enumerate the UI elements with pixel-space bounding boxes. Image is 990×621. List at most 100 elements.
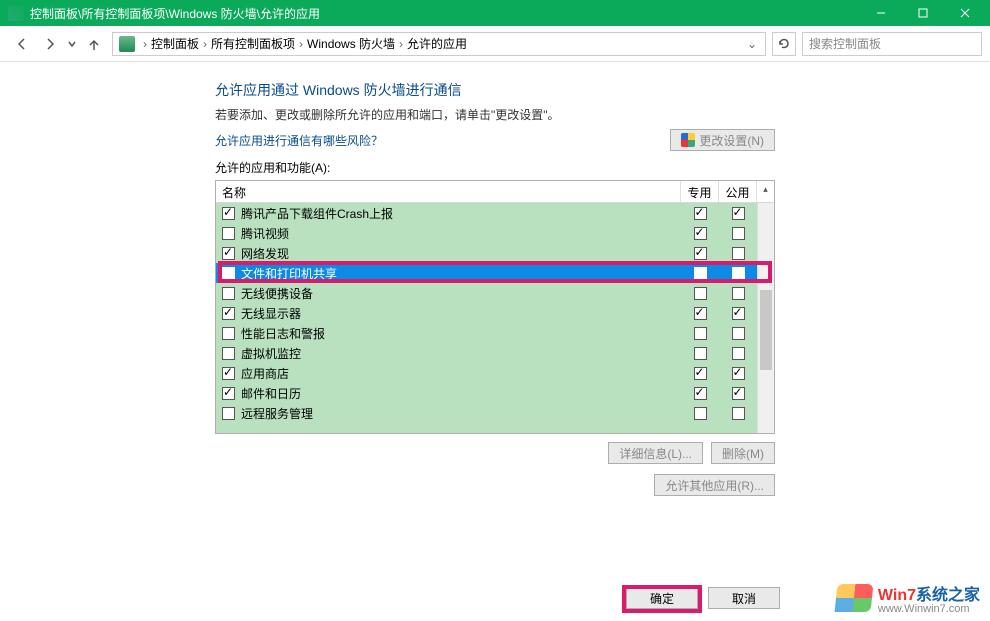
page-subtext: 若要添加、更改或删除所允许的应用和端口，请单击"更改设置"。	[215, 106, 775, 123]
list-item[interactable]: 无线便携设备	[216, 283, 774, 303]
enable-checkbox[interactable]	[222, 267, 235, 280]
breadcrumb-sep: ›	[203, 37, 207, 51]
breadcrumb[interactable]: › 控制面板 › 所有控制面板项 › Windows 防火墙 › 允许的应用 ⌄	[112, 32, 766, 56]
search-input[interactable]: 搜索控制面板	[802, 32, 982, 56]
back-button[interactable]	[8, 30, 36, 58]
allow-other-app-button[interactable]: 允许其他应用(R)...	[654, 474, 775, 496]
private-checkbox[interactable]	[694, 347, 707, 360]
enable-checkbox[interactable]	[222, 287, 235, 300]
private-checkbox[interactable]	[694, 287, 707, 300]
breadcrumb-sep: ›	[299, 37, 303, 51]
list-item[interactable]: 虚拟机监控	[216, 343, 774, 363]
cancel-button[interactable]: 取消	[708, 587, 780, 609]
refresh-button[interactable]	[772, 32, 796, 56]
list-item[interactable]: 文件和打印机共享	[216, 263, 774, 283]
scroll-up-arrow[interactable]: ▴	[757, 181, 774, 202]
window-title: 控制面板\所有控制面板项\Windows 防火墙\允许的应用	[30, 5, 860, 22]
watermark-url: www.Winwin7.com	[878, 603, 980, 615]
risk-link[interactable]: 允许应用进行通信有哪些风险？	[215, 132, 670, 149]
public-checkbox[interactable]	[732, 347, 745, 360]
maximize-button[interactable]	[902, 0, 944, 26]
public-checkbox[interactable]	[732, 367, 745, 380]
private-checkbox[interactable]	[694, 327, 707, 340]
remove-button[interactable]: 删除(M)	[711, 442, 775, 464]
scroll-up[interactable]	[758, 203, 774, 220]
private-checkbox[interactable]	[694, 227, 707, 240]
private-checkbox[interactable]	[694, 267, 707, 280]
enable-checkbox[interactable]	[222, 327, 235, 340]
ok-button[interactable]: 确定	[626, 587, 698, 609]
breadcrumb-item[interactable]: 允许的应用	[407, 35, 467, 52]
app-name: 远程服务管理	[241, 405, 313, 422]
private-checkbox[interactable]	[694, 387, 707, 400]
change-settings-button[interactable]: 更改设置(N)	[670, 129, 775, 151]
app-name: 腾讯产品下载组件Crash上报	[241, 205, 393, 222]
list-item[interactable]: 应用商店	[216, 363, 774, 383]
public-checkbox[interactable]	[732, 287, 745, 300]
enable-checkbox[interactable]	[222, 347, 235, 360]
public-checkbox[interactable]	[732, 207, 745, 220]
details-button[interactable]: 详细信息(L)...	[608, 442, 703, 464]
column-public[interactable]: 公用	[719, 181, 757, 202]
private-checkbox[interactable]	[694, 307, 707, 320]
up-button[interactable]	[80, 30, 108, 58]
content-area: 允许应用通过 Windows 防火墙进行通信 若要添加、更改或删除所允许的应用和…	[0, 62, 990, 621]
watermark: Win7系统之家 www.Winwin7.com	[836, 581, 980, 615]
enable-checkbox[interactable]	[222, 367, 235, 380]
list-item[interactable]: 腾讯产品下载组件Crash上报	[216, 203, 774, 223]
public-checkbox[interactable]	[732, 407, 745, 420]
shield-icon	[681, 133, 695, 147]
private-checkbox[interactable]	[694, 207, 707, 220]
column-name[interactable]: 名称	[216, 181, 681, 202]
column-private[interactable]: 专用	[681, 181, 719, 202]
list-item[interactable]: 无线显示器	[216, 303, 774, 323]
list-header: 名称 专用 公用 ▴	[216, 181, 774, 203]
private-checkbox[interactable]	[694, 247, 707, 260]
list-rows: 腾讯产品下载组件Crash上报腾讯视频网络发现文件和打印机共享无线便携设备无线显…	[216, 203, 774, 433]
navbar: › 控制面板 › 所有控制面板项 › Windows 防火墙 › 允许的应用 ⌄…	[0, 26, 990, 62]
enable-checkbox[interactable]	[222, 227, 235, 240]
private-checkbox[interactable]	[694, 407, 707, 420]
app-name: 文件和打印机共享	[241, 265, 337, 282]
list-item[interactable]: 腾讯视频	[216, 223, 774, 243]
breadcrumb-item[interactable]: Windows 防火墙	[307, 35, 395, 52]
breadcrumb-item[interactable]: 控制面板	[151, 35, 199, 52]
enable-checkbox[interactable]	[222, 247, 235, 260]
breadcrumb-dropdown[interactable]: ⌄	[747, 37, 757, 51]
private-checkbox[interactable]	[694, 367, 707, 380]
app-name: 邮件和日历	[241, 385, 301, 402]
change-settings-label: 更改设置(N)	[699, 132, 764, 149]
forward-button[interactable]	[36, 30, 64, 58]
app-name: 应用商店	[241, 365, 289, 382]
public-checkbox[interactable]	[732, 387, 745, 400]
app-name: 腾讯视频	[241, 225, 289, 242]
app-name: 网络发现	[241, 245, 289, 262]
list-item[interactable]: 远程服务管理	[216, 403, 774, 423]
close-button[interactable]	[944, 0, 986, 26]
allowed-apps-list: 名称 专用 公用 ▴ 腾讯产品下载组件Crash上报腾讯视频网络发现文件和打印机…	[215, 180, 775, 434]
watermark-logo-icon	[834, 584, 873, 612]
control-panel-icon	[119, 36, 135, 52]
minimize-button[interactable]	[860, 0, 902, 26]
enable-checkbox[interactable]	[222, 307, 235, 320]
list-item[interactable]: 邮件和日历	[216, 383, 774, 403]
watermark-title: Win7系统之家	[878, 581, 980, 605]
scroll-thumb[interactable]	[760, 290, 772, 370]
list-item[interactable]: 性能日志和警报	[216, 323, 774, 343]
public-checkbox[interactable]	[732, 307, 745, 320]
list-item[interactable]: 网络发现	[216, 243, 774, 263]
app-name: 无线便携设备	[241, 285, 313, 302]
public-checkbox[interactable]	[732, 267, 745, 280]
public-checkbox[interactable]	[732, 227, 745, 240]
enable-checkbox[interactable]	[222, 407, 235, 420]
breadcrumb-item[interactable]: 所有控制面板项	[211, 35, 295, 52]
enable-checkbox[interactable]	[222, 207, 235, 220]
app-name: 虚拟机监控	[241, 345, 301, 362]
history-dropdown[interactable]	[64, 30, 80, 58]
list-label: 允许的应用和功能(A):	[215, 159, 775, 176]
scrollbar[interactable]	[757, 203, 774, 433]
app-icon	[8, 5, 24, 21]
public-checkbox[interactable]	[732, 327, 745, 340]
enable-checkbox[interactable]	[222, 387, 235, 400]
public-checkbox[interactable]	[732, 247, 745, 260]
